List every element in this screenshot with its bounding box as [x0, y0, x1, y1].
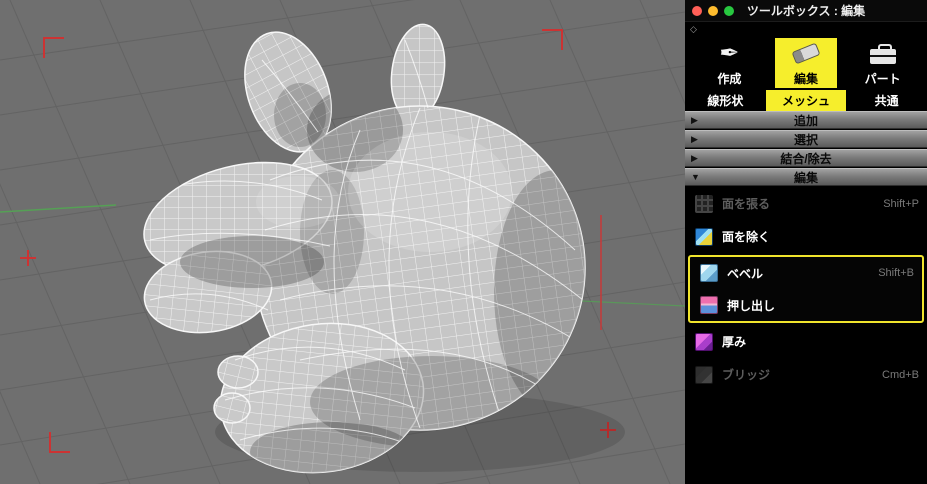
menu-item-shortcut: Cmd+B — [882, 369, 919, 381]
edit-menu: 面を張る Shift+P 面を除く ベベル Shift+B 押し出し — [685, 187, 927, 391]
section-edit[interactable]: ▼ 編集 — [685, 168, 927, 186]
section-add[interactable]: ▶ 追加 — [685, 111, 927, 129]
menu-item-add-face[interactable]: 面を張る Shift+P — [685, 187, 927, 220]
menu-item-label: 面を除く — [722, 228, 919, 245]
menu-item-bridge[interactable]: ブリッジ Cmd+B — [685, 358, 927, 391]
toolbox-panel: ツールボックス : 編集 ◇ ✒ 作成 編集 パート 線形状 メッシュ 共通 — [685, 0, 927, 484]
tool-create[interactable]: ✒ 作成 — [698, 38, 760, 88]
diamond-icon[interactable]: ◇ — [690, 25, 697, 34]
tool-label: 作成 — [717, 70, 741, 87]
minimize-button[interactable] — [708, 6, 718, 16]
tab-common[interactable]: 共通 — [846, 90, 927, 111]
section-label: 編集 — [794, 169, 818, 186]
section-join-remove[interactable]: ▶ 結合/除去 — [685, 149, 927, 167]
tool-label: 編集 — [794, 70, 818, 87]
window-controls — [685, 0, 734, 22]
bevel-icon — [700, 264, 718, 282]
titlebar[interactable]: ツールボックス : 編集 — [685, 0, 927, 22]
menu-item-label: 厚み — [722, 333, 919, 350]
section-list: ▶ 追加 ▶ 選択 ▶ 結合/除去 ▼ 編集 — [685, 111, 927, 186]
chevron-right-icon: ▶ — [691, 153, 698, 164]
tab-mesh[interactable]: メッシュ — [766, 90, 847, 111]
menu-item-bevel[interactable]: ベベル Shift+B — [690, 257, 922, 289]
pen-icon: ✒ — [719, 40, 739, 68]
menu-item-shortcut: Shift+B — [878, 267, 914, 279]
menu-item-remove-face[interactable]: 面を除く — [685, 220, 927, 253]
highlight-box: ベベル Shift+B 押し出し — [688, 255, 924, 323]
menu-item-label: ブリッジ — [722, 366, 882, 383]
menu-item-shortcut: Shift+P — [883, 198, 919, 210]
chevron-down-icon: ▼ — [691, 172, 700, 182]
tool-edit[interactable]: 編集 — [775, 38, 837, 88]
menu-item-label: ベベル — [727, 265, 878, 282]
eraser-icon — [793, 40, 819, 68]
chevron-right-icon: ▶ — [691, 115, 698, 126]
add-face-icon — [695, 195, 713, 213]
application-window: ツールボックス : 編集 ◇ ✒ 作成 編集 パート 線形状 メッシュ 共通 — [0, 0, 927, 484]
zoom-button[interactable] — [724, 6, 734, 16]
briefcase-icon — [870, 40, 896, 68]
chevron-right-icon: ▶ — [691, 134, 698, 145]
menu-item-label: 押し出し — [727, 297, 914, 314]
panel-substrip: ◇ — [685, 22, 927, 36]
section-label: 追加 — [794, 112, 818, 129]
viewport-3d[interactable] — [0, 0, 685, 484]
bridge-icon — [695, 366, 713, 384]
close-button[interactable] — [692, 6, 702, 16]
menu-item-extrude[interactable]: 押し出し — [690, 289, 922, 321]
tool-mode-bar: ✒ 作成 編集 パート — [685, 36, 927, 90]
category-tabs: 線形状 メッシュ 共通 — [685, 90, 927, 111]
tool-part[interactable]: パート — [852, 38, 914, 88]
tab-line-shape[interactable]: 線形状 — [685, 90, 766, 111]
viewport-canvas — [0, 0, 685, 484]
remove-face-icon — [695, 228, 713, 246]
extrude-icon — [700, 296, 718, 314]
section-select[interactable]: ▶ 選択 — [685, 130, 927, 148]
tool-label: パート — [865, 70, 901, 87]
menu-item-label: 面を張る — [722, 195, 883, 212]
section-label: 結合/除去 — [780, 150, 831, 167]
menu-item-thickness[interactable]: 厚み — [685, 325, 927, 358]
thickness-icon — [695, 333, 713, 351]
section-label: 選択 — [794, 131, 818, 148]
